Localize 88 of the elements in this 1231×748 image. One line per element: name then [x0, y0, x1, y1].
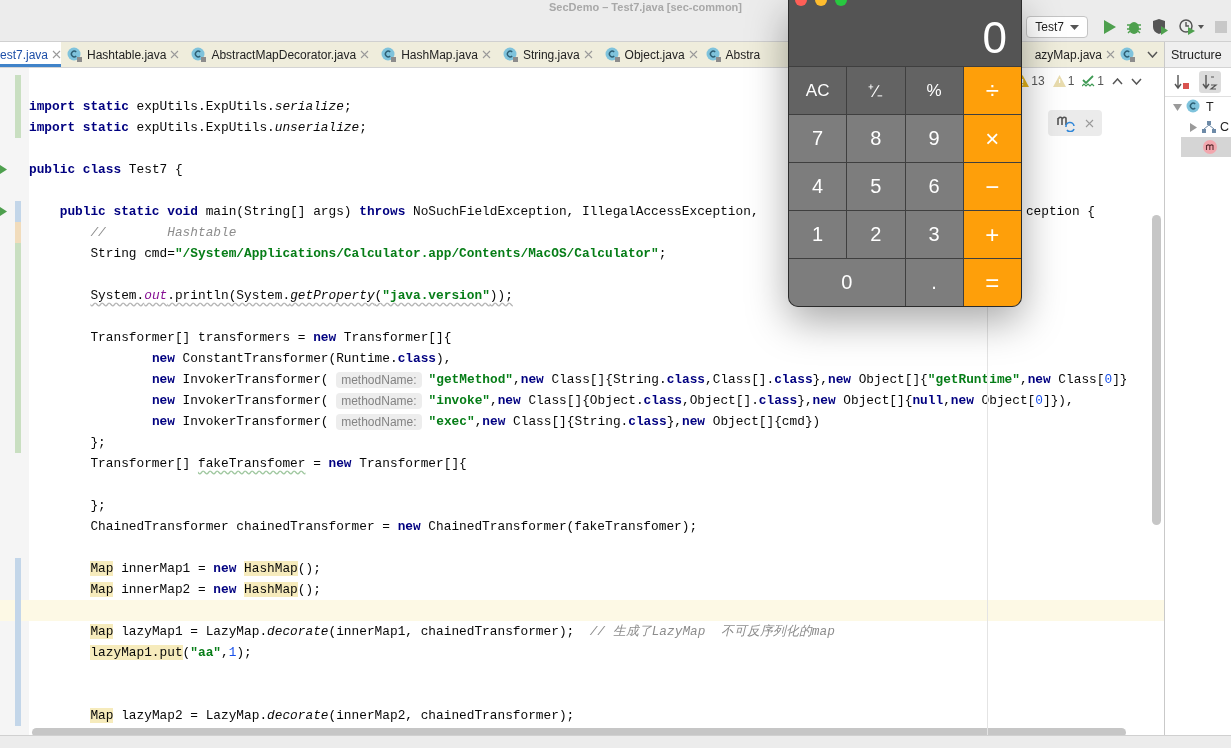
- class-icon: [381, 46, 398, 63]
- inspection-count[interactable]: 13: [1031, 74, 1045, 88]
- calculator-key[interactable]: 0: [789, 259, 905, 306]
- inlay-hint: methodName:: [336, 413, 422, 430]
- class-icon: [1186, 99, 1202, 115]
- close-icon[interactable]: [481, 50, 491, 59]
- calculator-key[interactable]: 9: [905, 115, 963, 162]
- calculator-key[interactable]: %: [905, 67, 963, 114]
- code-text: Transformer[] fakeTransfomer = new Transformer[]{: [89, 456, 467, 471]
- calculator-key[interactable]: 5: [847, 163, 905, 210]
- calculator-key[interactable]: 6: [905, 163, 963, 210]
- horizontal-scrollbar[interactable]: [32, 728, 1126, 735]
- caret-icon: [1070, 24, 1079, 30]
- class-icon: [502, 46, 519, 63]
- chevron-up-icon[interactable]: [1112, 77, 1123, 85]
- code-text: Map lazyMap1 = LazyMap.decorate(innerMap1, chainedTransformer); // 生成了LazyMap 不可反序列化的map: [89, 623, 835, 640]
- code-text: "exec",new Class[]{String.class},new Object[]{cmd}): [428, 414, 821, 429]
- run-icon[interactable]: [0, 207, 7, 216]
- code-text: "getMethod",new Class[]{String.class,Class[].class},new Object[]{"getRuntime",new Class[0]}: [428, 372, 1128, 387]
- calculator-key[interactable]: ⁺∕₋: [847, 67, 905, 114]
- code-text: Map lazyMap2 = LazyMap.decorate(innerMap2, chainedTransformer);: [89, 708, 575, 723]
- code-text: ception {: [1025, 204, 1095, 219]
- expand-arrow-icon[interactable]: [1189, 122, 1198, 132]
- hierarchy-icon: [1202, 120, 1216, 134]
- tree-item[interactable]: T: [1165, 97, 1231, 117]
- code-text: Map innerMap1 = new HashMap();: [89, 561, 321, 576]
- code-text: import static expUtils.ExpUtils.unserialize;: [29, 120, 367, 135]
- inlay-hint: methodName:: [336, 371, 422, 388]
- close-icon[interactable]: [360, 50, 370, 59]
- code-text: // Hashtable: [89, 225, 237, 240]
- calculator-key[interactable]: 2: [847, 211, 905, 258]
- calculator-key[interactable]: 7: [789, 115, 847, 162]
- run-icon[interactable]: [1104, 20, 1116, 34]
- code-text: };: [89, 435, 106, 450]
- code-text: };: [89, 498, 106, 513]
- maven-reload-button[interactable]: [1048, 110, 1102, 136]
- inspection-count[interactable]: 1: [1067, 74, 1075, 88]
- code-text: new InvokerTransformer(: [150, 393, 330, 408]
- close-icon[interactable]: [1084, 118, 1094, 128]
- code-text: System.out.println(System.getProperty("java.version"));: [89, 288, 513, 303]
- class-icon: [67, 46, 84, 63]
- panel-title: Structure: [1171, 47, 1222, 62]
- calculator-key[interactable]: 1: [789, 211, 847, 258]
- maven-reload-icon: [1056, 114, 1077, 132]
- calculator-display: 0: [982, 16, 1007, 60]
- tree-item[interactable]: C: [1181, 117, 1231, 137]
- code-text: new InvokerTransformer(: [150, 372, 330, 387]
- code-text: String cmd="/System/Applications/Calculator.app/Contents/MacOS/Calculator";: [89, 246, 667, 261]
- inspection-count[interactable]: 1: [1097, 74, 1104, 88]
- shield-run-icon[interactable]: [1152, 19, 1169, 35]
- expand-arrow-icon[interactable]: [1173, 102, 1182, 112]
- run-icon[interactable]: [0, 165, 7, 174]
- close-icon[interactable]: [1106, 50, 1115, 59]
- close-icon[interactable]: [52, 50, 62, 59]
- class-icon: [604, 46, 621, 63]
- calculator-key[interactable]: 8: [847, 115, 905, 162]
- typo-check-icon: [1082, 75, 1096, 87]
- sort-alpha-button[interactable]: [1199, 71, 1221, 93]
- inlay-hint: methodName:: [336, 392, 422, 409]
- bug-icon[interactable]: [1126, 19, 1142, 35]
- code-text: new ConstantTransformer(Runtime.class),: [150, 351, 452, 366]
- code-text: import static expUtils.ExpUtils.serialize;: [29, 99, 352, 114]
- code-text: public static void main(String[] args) throws NoSuchFieldException, IllegalAccessException,: [58, 204, 759, 219]
- profiler-icon[interactable]: [1179, 19, 1205, 35]
- chevron-down-icon[interactable]: [1147, 51, 1158, 58]
- close-icon[interactable]: [583, 50, 593, 59]
- vertical-scrollbar[interactable]: [1152, 215, 1161, 525]
- class-icon: [1120, 46, 1136, 63]
- close-icon[interactable]: [688, 50, 698, 59]
- close-icon[interactable]: [170, 50, 180, 59]
- calculator-key[interactable]: .: [905, 259, 963, 306]
- calculator-key[interactable]: AC: [789, 67, 847, 114]
- code-text: ChainedTransformer chainedTransformer = new ChainedTransformer(fakeTransfomer);: [89, 519, 698, 534]
- tree-item[interactable]: [1181, 137, 1231, 157]
- code-text: lazyMap1.put("aa",1);: [89, 645, 252, 660]
- chevron-down-icon[interactable]: [1131, 77, 1142, 85]
- code-text: Transformer[] transformers = new Transformer[]{: [89, 330, 452, 345]
- class-icon: [191, 46, 208, 63]
- window-title: SecDemo – Test7.java [sec-common]: [549, 1, 742, 13]
- run-config-dropdown[interactable]: Test7: [1026, 16, 1088, 38]
- code-text: new InvokerTransformer(: [150, 414, 330, 429]
- code-text: Map innerMap2 = new HashMap();: [89, 582, 321, 597]
- method-icon: [1202, 139, 1218, 155]
- class-icon: [705, 46, 722, 63]
- calculator-key[interactable]: 4: [789, 163, 847, 210]
- code-text: public class Test7 {: [29, 162, 183, 177]
- calculator-key[interactable]: 3: [905, 211, 963, 258]
- file-tab[interactable]: est7.java: [0, 42, 62, 67]
